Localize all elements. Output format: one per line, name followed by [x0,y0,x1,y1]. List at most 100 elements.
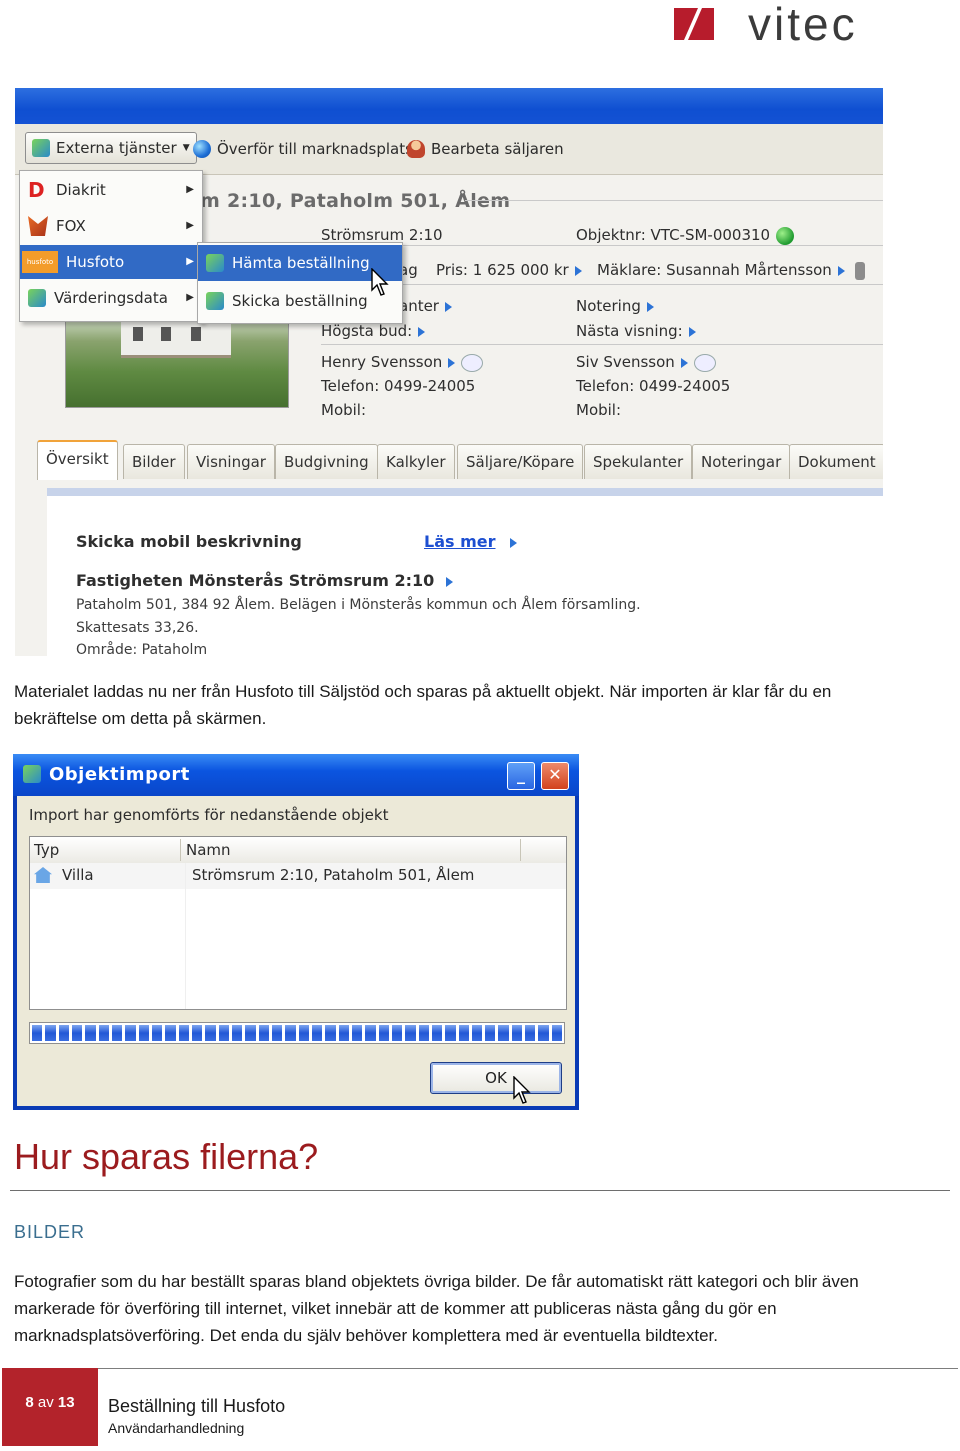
broker-link[interactable]: Mäklare: Susannah Mårtensson [597,261,865,280]
phone-icon [854,261,865,280]
arrow-right-icon [837,265,845,276]
tab-dokument[interactable]: Dokument [789,444,883,479]
external-services-label: Externa tjänster [56,139,177,157]
edit-sellers-label: Bearbeta säljaren [431,140,564,158]
interested-link[interactable]: anter [399,297,452,315]
import-message: Import har genomförts för nedanstående o… [29,806,389,824]
tab-visningar[interactable]: Visningar [187,444,275,479]
footer-rule [2,1368,958,1369]
upload-icon [206,292,224,310]
dialog-title: Objektimport [49,764,190,785]
menu-item-label: Husfoto [66,253,125,271]
logo-wordmark: vitec [748,0,858,48]
column-line [185,863,186,1009]
menu-item-label: Värderingsdata [54,289,168,307]
page-number: 8 av 13 [2,1394,98,1411]
footer-subtitle: Användarhandledning [108,1420,245,1436]
property-photo [65,318,289,408]
column-header-type[interactable]: Typ [34,841,59,859]
send-mobile-heading: Skicka mobil beskrivning [76,532,302,551]
note-link[interactable]: Notering [576,297,654,315]
imported-objects-list[interactable]: Typ Namn Villa Strömsrum 2:10, Pataholm … [29,836,567,1010]
buyer-name-link[interactable]: Siv Svensson [576,353,716,372]
paragraph-line: marknadsplatsöverföring. Det enda du sjä… [14,1326,718,1345]
row-type: Villa [62,866,94,884]
submenu-arrow-icon: ▶ [186,256,194,267]
tab-oversikt[interactable]: Översikt [37,440,118,480]
husfoto-icon: husfoto [22,251,58,273]
list-item[interactable]: Villa Strömsrum 2:10, Pataholm 501, Ålem [30,863,566,889]
external-services-button[interactable]: Externa tjänster ▼ [25,132,197,164]
object-number: Objektnr: VTC-SM-000310 [576,226,795,245]
arrow-right-icon [688,326,696,337]
tab-budgivning[interactable]: Budgivning [275,444,378,479]
tab-kalkyler[interactable]: Kalkyler [377,444,455,479]
object-number-text: Objektnr: VTC-SM-000310 [576,226,771,244]
ok-button[interactable]: OK [430,1062,562,1094]
submenu-arrow-icon: ▶ [186,292,194,303]
menu-item-fox[interactable]: FOX ▶ [20,209,202,243]
paragraph-line: Fotografier som du har beställt sparas b… [14,1272,859,1291]
tab-spekulanter[interactable]: Spekulanter [584,444,693,479]
arrow-right-icon [680,357,688,368]
broker-text: Mäklare: Susannah Mårtensson [597,261,832,279]
tab-bilder[interactable]: Bilder [123,444,185,479]
seller-phone: Telefon: 0499-24005 [321,377,476,395]
import-dialog: Objektimport _ ✕ Import har genomförts f… [13,754,579,1110]
heading-rule [10,1190,950,1191]
arrow-right-icon [446,576,454,587]
mail-icon [461,353,484,372]
status-icon [776,226,795,245]
tab-bar: Översikt Bilder Visningar Budgivning Kal… [35,440,883,480]
arrow-right-icon [509,537,517,548]
submenu-item-label: Hämta beställning [232,254,370,272]
seller-name-link[interactable]: Henry Svensson [321,353,484,372]
read-more-link[interactable]: Läs mer [424,532,517,551]
divider [321,284,883,285]
page-total: 13 [57,1394,75,1411]
divider [465,200,883,201]
highest-bid-link[interactable]: Högsta bud: [321,322,426,340]
external-services-menu: D Diakrit ▶ FOX ▶ husfoto Husfoto ▶ Värd… [19,170,203,322]
submenu-arrow-icon: ▶ [186,220,194,231]
vitec-logo: vitec [668,0,948,48]
arrow-right-icon [418,326,426,337]
tax-rate: Skattesats 33,26. [76,620,199,636]
dialog-body: Import har genomförts för nedanstående o… [17,796,575,1106]
paragraph-line: markerade för överföring till internet, … [14,1299,777,1318]
object-title: m 2:10, Pataholm 501, Ålem [200,190,511,212]
mouse-cursor-icon [513,1076,531,1104]
tab-saljare-kopare[interactable]: Säljare/Köpare [457,444,584,479]
transfer-button[interactable]: Överför till marknadsplats [187,134,419,164]
person-icon [407,140,425,158]
menu-item-varderingsdata[interactable]: Värderingsdata ▶ [20,281,202,315]
close-button[interactable]: ✕ [541,762,569,790]
menu-item-husfoto[interactable]: husfoto Husfoto ▶ [20,245,202,279]
column-divider [520,839,521,861]
column-header-name[interactable]: Namn [186,841,231,859]
arrow-right-icon [444,301,452,312]
section-heading: Hur sparas filerna? [14,1136,319,1177]
menu-item-label: FOX [56,217,86,235]
paragraph-line: Materialet laddas nu ner från Husfoto ti… [14,682,832,701]
arrow-right-icon [646,301,654,312]
menu-item-diakrit[interactable]: D Diakrit ▶ [20,173,202,207]
app-screenshot: Externa tjänster ▼ Överför till marknads… [15,88,883,656]
edit-sellers-button[interactable]: Bearbeta säljaren [401,134,570,164]
page-of: av [37,1394,54,1411]
minimize-button[interactable]: _ [507,762,535,790]
property-title-link[interactable]: Fastigheten Mönsterås Strömsrum 2:10 [76,571,454,590]
submenu-item-label: Skicka beställning [232,292,368,310]
download-icon [206,254,224,272]
house-shape [121,319,231,358]
arrow-right-icon [448,357,456,368]
divider [321,344,883,345]
globe-icon [193,140,211,158]
paragraph-line: bekräftelse om detta på skärmen. [14,709,267,728]
next-viewing-link[interactable]: Nästa visning: [576,322,696,340]
dialog-title-bar: Objektimport [13,754,579,796]
tab-noteringar[interactable]: Noteringar [692,444,791,479]
area-text: Område: Pataholm [76,642,208,656]
buyer-mobile: Mobil: [576,401,622,419]
price-link[interactable]: Pris: 1 625 000 kr [436,261,582,279]
